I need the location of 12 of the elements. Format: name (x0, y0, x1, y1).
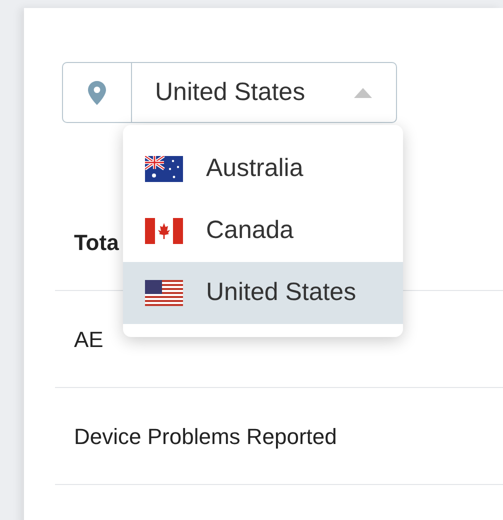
country-option[interactable]: Australia (123, 138, 403, 200)
flag-icon (145, 156, 183, 182)
map-pin-icon (88, 80, 106, 104)
country-option[interactable]: United States (123, 262, 403, 324)
row-label: AE (74, 326, 104, 354)
flag-icon (145, 218, 183, 244)
selected-value: United States (155, 76, 306, 108)
row-label: Device Problems Reported (74, 422, 337, 451)
flag-icon (145, 280, 183, 306)
location-select[interactable]: United States (62, 62, 397, 123)
country-option[interactable]: Canada (123, 200, 403, 262)
row-label: Tota (74, 228, 119, 256)
